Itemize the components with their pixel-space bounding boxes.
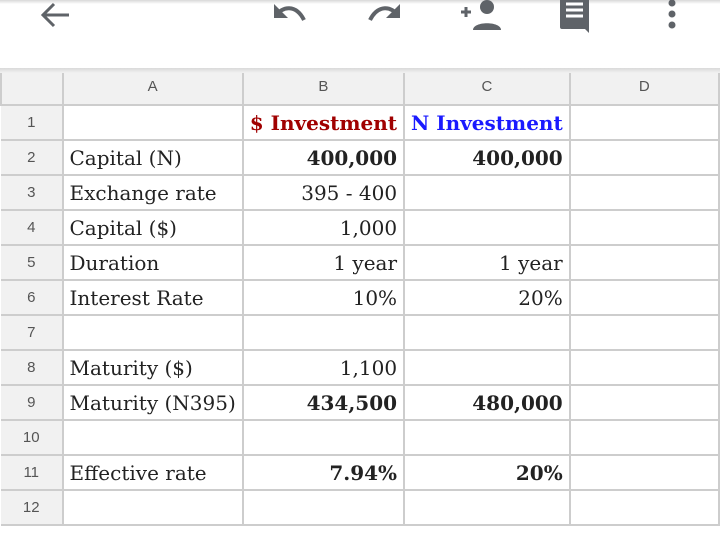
cell-a10[interactable]	[61, 419, 244, 456]
row-header[interactable]: 4	[1, 209, 64, 246]
cell-c10[interactable]	[403, 419, 571, 456]
sheet-table: A B C D 1 $ Investment N Investment 2 Capita…	[0, 68, 720, 526]
add-person-icon[interactable]	[455, 0, 507, 32]
cell-c6[interactable]: 20%	[403, 279, 571, 316]
table-row: 10	[1, 419, 720, 456]
table-row: 1 $ Investment N Investment	[1, 104, 720, 141]
cell-b3[interactable]: 395 - 400	[241, 174, 406, 211]
cell-b7[interactable]	[241, 314, 406, 351]
cell-b8[interactable]: 1,100	[241, 349, 406, 386]
cell-c8[interactable]	[403, 349, 571, 386]
column-header-d[interactable]: D	[568, 68, 720, 106]
cell-d6[interactable]	[568, 279, 720, 316]
cell-a8[interactable]: Maturity ($)	[61, 349, 244, 386]
cell-d5[interactable]	[568, 244, 720, 281]
cell-d4[interactable]	[568, 209, 720, 246]
cell-a6[interactable]: Interest Rate	[61, 279, 244, 316]
table-row: 12	[1, 489, 720, 526]
redo-icon[interactable]	[362, 0, 410, 24]
row-header[interactable]: 7	[1, 314, 64, 351]
cell-d3[interactable]	[568, 174, 720, 211]
cell-c11[interactable]: 20%	[403, 454, 571, 491]
cell-c9[interactable]: 480,000	[403, 384, 571, 421]
cell-b4[interactable]: 1,000	[241, 209, 406, 246]
cell-b10[interactable]	[241, 419, 406, 456]
table-row: 2 Capital (N) 400,000 400,000	[1, 139, 720, 176]
cell-d10[interactable]	[568, 419, 720, 456]
cell-c2[interactable]: 400,000	[403, 139, 571, 176]
column-header-row: A B C D	[0, 68, 720, 106]
row-header[interactable]: 10	[1, 419, 64, 456]
cell-a3[interactable]: Exchange rate	[61, 174, 244, 211]
cell-d2[interactable]	[568, 139, 720, 176]
cell-a12[interactable]	[61, 489, 244, 526]
cell-a2[interactable]: Capital (N)	[61, 139, 244, 176]
cell-d1[interactable]	[568, 104, 720, 141]
cell-a7[interactable]	[61, 314, 244, 351]
table-row: 5 Duration 1 year 1 year	[1, 244, 720, 281]
undo-icon[interactable]	[264, 0, 312, 24]
cell-b6[interactable]: 10%	[241, 279, 406, 316]
row-header[interactable]: 8	[1, 349, 64, 386]
cell-c12[interactable]	[403, 489, 571, 526]
more-vert-icon[interactable]	[655, 0, 689, 32]
cell-d12[interactable]	[568, 489, 720, 526]
row-header[interactable]: 12	[1, 489, 64, 526]
table-row: 4 Capital ($) 1,000	[1, 209, 720, 246]
cell-d7[interactable]	[568, 314, 720, 351]
cell-d9[interactable]	[568, 384, 720, 421]
cell-b12[interactable]	[241, 489, 406, 526]
row-header[interactable]: 11	[1, 454, 64, 491]
cell-b5[interactable]: 1 year	[241, 244, 406, 281]
cell-b9[interactable]: 434,500	[241, 384, 406, 421]
row-header[interactable]: 9	[1, 384, 64, 421]
column-header-b[interactable]: B	[241, 68, 406, 106]
cell-b11[interactable]: 7.94%	[241, 454, 406, 491]
comment-icon[interactable]	[553, 0, 597, 36]
row-header[interactable]: 5	[1, 244, 64, 281]
toolbar-shadow	[0, 0, 720, 4]
cell-d8[interactable]	[568, 349, 720, 386]
cell-c1[interactable]: N Investment	[403, 104, 571, 141]
cell-a4[interactable]: Capital ($)	[61, 209, 244, 246]
table-row: 3 Exchange rate 395 - 400	[1, 174, 720, 211]
cell-b1[interactable]: $ Investment	[241, 104, 406, 141]
row-header[interactable]: 1	[1, 104, 64, 141]
column-header-c[interactable]: C	[403, 68, 571, 106]
table-row: 9 Maturity (N395) 434,500 480,000	[1, 384, 720, 421]
cell-b2[interactable]: 400,000	[241, 139, 406, 176]
table-row: 7	[1, 314, 720, 351]
row-header[interactable]: 2	[1, 139, 64, 176]
select-all-corner[interactable]	[0, 68, 64, 106]
cell-c7[interactable]	[403, 314, 571, 351]
cell-d11[interactable]	[568, 454, 720, 491]
table-row: 8 Maturity ($) 1,100	[1, 349, 720, 386]
table-row: 11 Effective rate 7.94% 20%	[1, 454, 720, 491]
header-shadow	[0, 68, 720, 73]
back-arrow-icon[interactable]	[30, 0, 80, 30]
cell-a1[interactable]	[61, 104, 244, 141]
cell-c5[interactable]: 1 year	[403, 244, 571, 281]
cell-a9[interactable]: Maturity (N395)	[61, 384, 244, 421]
column-header-a[interactable]: A	[61, 68, 244, 106]
table-row: 6 Interest Rate 10% 20%	[1, 279, 720, 316]
cell-a5[interactable]: Duration	[61, 244, 244, 281]
row-header[interactable]: 6	[1, 279, 64, 316]
cell-c4[interactable]	[403, 209, 571, 246]
spreadsheet-grid: A B C D 1 $ Investment N Investment 2 Capita…	[0, 68, 720, 552]
cell-c3[interactable]	[403, 174, 571, 211]
row-header[interactable]: 3	[1, 174, 64, 211]
toolbar	[0, 0, 720, 68]
cell-a11[interactable]: Effective rate	[61, 454, 244, 491]
